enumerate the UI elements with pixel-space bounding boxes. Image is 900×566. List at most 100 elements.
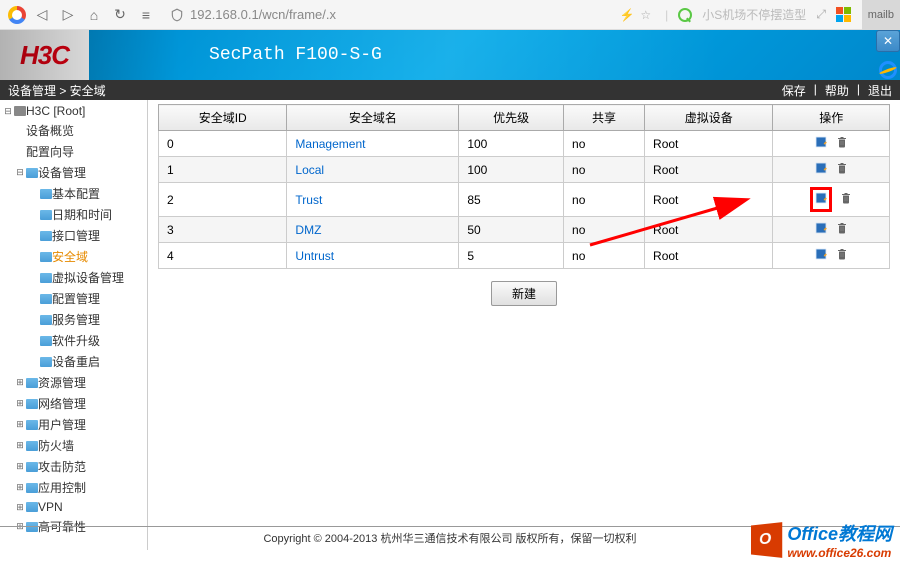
server-icon bbox=[14, 106, 26, 116]
url-text: 192.168.0.1/wcn/frame/.x bbox=[190, 7, 613, 22]
tree-node-服务管理[interactable]: 服务管理 bbox=[0, 309, 147, 330]
tree-toggle-icon[interactable]: ⊞ bbox=[14, 482, 26, 493]
delete-icon[interactable] bbox=[840, 191, 852, 208]
save-link[interactable]: 保存 bbox=[782, 82, 806, 99]
tree-node-应用控制[interactable]: ⊞ 应用控制 bbox=[0, 477, 147, 498]
tree-label: 应用控制 bbox=[38, 479, 86, 496]
tree-node-日期和时间[interactable]: 日期和时间 bbox=[0, 204, 147, 225]
star-icon[interactable]: ☆ bbox=[640, 8, 651, 22]
tree-node-设备概览[interactable]: 设备概览 bbox=[0, 120, 147, 141]
tree-toggle-icon[interactable]: ⊞ bbox=[14, 398, 26, 409]
folder-icon bbox=[26, 378, 38, 388]
tree-label: 设备概览 bbox=[26, 122, 74, 139]
microsoft-icon[interactable] bbox=[836, 7, 851, 22]
home-button[interactable]: ⌂ bbox=[84, 5, 104, 25]
edit-icon[interactable] bbox=[810, 187, 832, 212]
zone-device: Root bbox=[645, 243, 773, 269]
folder-icon bbox=[40, 294, 52, 304]
product-name: SecPath F100-S-G bbox=[209, 45, 382, 65]
zone-device: Root bbox=[645, 157, 773, 183]
tree-node-配置向导[interactable]: 配置向导 bbox=[0, 141, 147, 162]
tree-label: 配置管理 bbox=[52, 290, 100, 307]
delete-icon[interactable] bbox=[836, 221, 848, 238]
help-link[interactable]: 帮助 bbox=[825, 82, 849, 99]
tree-node-网络管理[interactable]: ⊞网络管理 bbox=[0, 393, 147, 414]
tree-node-VPN[interactable]: ⊞VPN bbox=[0, 498, 147, 516]
new-button[interactable]: 新建 bbox=[491, 281, 557, 306]
folder-icon bbox=[26, 420, 38, 430]
tree-node-软件升级[interactable]: 软件升级 bbox=[0, 330, 147, 351]
tree-node-H3C [Root][interactable]: ⊟H3C [Root] bbox=[0, 102, 147, 120]
edit-icon[interactable] bbox=[814, 221, 828, 238]
zone-name-link[interactable]: Local bbox=[295, 163, 324, 177]
browser-toolbar: ◁ ▷ ⌂ ↻ ≡ 192.168.0.1/wcn/frame/.x ⚡ ☆ |… bbox=[0, 0, 900, 30]
tree-node-攻击防范[interactable]: ⊞攻击防范 bbox=[0, 456, 147, 477]
forward-button[interactable]: ▷ bbox=[58, 5, 78, 25]
delete-icon[interactable] bbox=[836, 161, 848, 178]
search-placeholder[interactable]: 小S机场不停摆造型 bbox=[702, 6, 806, 23]
zone-name-link[interactable]: Management bbox=[295, 137, 365, 151]
ie-icon[interactable] bbox=[876, 60, 900, 80]
zone-id: 4 bbox=[159, 243, 287, 269]
tree-node-虚拟设备管理[interactable]: 虚拟设备管理 bbox=[0, 267, 147, 288]
edit-icon[interactable] bbox=[814, 161, 828, 178]
security-zone-table: 安全域ID安全域名优先级共享虚拟设备操作 0 Management 100 no… bbox=[158, 104, 890, 269]
tree-toggle-icon[interactable]: ⊞ bbox=[14, 502, 26, 513]
tree-toggle-icon[interactable]: ⊞ bbox=[14, 377, 26, 388]
back-button[interactable]: ◁ bbox=[32, 5, 52, 25]
logo-text: H3C bbox=[20, 40, 69, 71]
watermark: O Office教程网 www.office26.com bbox=[749, 520, 892, 560]
logo-container: H3C bbox=[0, 30, 89, 80]
expand-search-icon[interactable]: ⤢ bbox=[816, 7, 826, 22]
folder-icon bbox=[40, 231, 52, 241]
folder-icon bbox=[26, 462, 38, 472]
tree-node-接口管理[interactable]: 接口管理 bbox=[0, 225, 147, 246]
breadcrumb-path: 设备管理 > 安全域 bbox=[8, 82, 106, 99]
table-row: 2 Trust 85 no Root bbox=[159, 183, 890, 217]
tree-node-基本配置[interactable]: 基本配置 bbox=[0, 183, 147, 204]
delete-icon[interactable] bbox=[836, 247, 848, 264]
tree-label: 配置向导 bbox=[26, 143, 74, 160]
tree-node-资源管理[interactable]: ⊞ 资源管理 bbox=[0, 372, 147, 393]
tree-toggle-icon[interactable]: ⊟ bbox=[2, 106, 14, 117]
tree-toggle-icon[interactable]: ⊞ bbox=[14, 461, 26, 472]
tree-label: 接口管理 bbox=[52, 227, 100, 244]
flash-icon[interactable]: ⚡ bbox=[619, 8, 634, 22]
delete-icon[interactable] bbox=[836, 135, 848, 152]
tree-node-配置管理[interactable]: 配置管理 bbox=[0, 288, 147, 309]
separator: | bbox=[857, 82, 860, 99]
menu-button[interactable]: ≡ bbox=[136, 5, 156, 25]
tree-toggle-icon[interactable]: ⊞ bbox=[14, 440, 26, 451]
background-tab[interactable]: mailb bbox=[862, 0, 900, 30]
zone-name-link[interactable]: Untrust bbox=[295, 249, 334, 263]
tree-node-设备重启[interactable]: 设备重启 bbox=[0, 351, 147, 372]
tree-node-用户管理[interactable]: ⊞用户管理 bbox=[0, 414, 147, 435]
column-header: 安全域名 bbox=[287, 105, 459, 131]
tree-node-设备管理[interactable]: ⊟设备管理 bbox=[0, 162, 147, 183]
tree-toggle-icon[interactable]: ⊟ bbox=[14, 167, 26, 178]
tree-node-安全域[interactable]: 安全域 bbox=[0, 246, 147, 267]
tree-node-防火墙[interactable]: ⊞防火墙 bbox=[0, 435, 147, 456]
logout-link[interactable]: 退出 bbox=[868, 82, 892, 99]
zone-name-link[interactable]: Trust bbox=[295, 193, 322, 207]
office-icon: O bbox=[751, 522, 782, 558]
zone-device: Root bbox=[645, 183, 773, 217]
watermark-title: Office教程网 bbox=[787, 520, 892, 546]
refresh-button[interactable]: ↻ bbox=[110, 5, 130, 25]
edit-icon[interactable] bbox=[814, 135, 828, 152]
zone-name-link[interactable]: DMZ bbox=[295, 223, 321, 237]
tree-label: 软件升级 bbox=[52, 332, 100, 349]
zone-share: no bbox=[564, 183, 645, 217]
header-banner: H3C SecPath F100-S-G ✕ bbox=[0, 30, 900, 80]
separator: | bbox=[665, 8, 668, 22]
tree-toggle-icon[interactable]: ⊞ bbox=[14, 419, 26, 430]
edit-icon[interactable] bbox=[814, 247, 828, 264]
tree-label: 资源管理 bbox=[38, 374, 86, 391]
chrome-icon bbox=[8, 6, 26, 24]
window-close-button[interactable]: ✕ bbox=[876, 30, 900, 52]
folder-icon bbox=[26, 483, 38, 493]
zone-id: 3 bbox=[159, 217, 287, 243]
address-bar[interactable]: 192.168.0.1/wcn/frame/.x ⚡ ☆ bbox=[162, 7, 659, 22]
search-engine-icon[interactable] bbox=[678, 8, 692, 22]
navigation-tree: ⊟H3C [Root] 设备概览配置向导 ⊟设备管理基本配置日期和时间接口管理安全域… bbox=[0, 100, 148, 550]
